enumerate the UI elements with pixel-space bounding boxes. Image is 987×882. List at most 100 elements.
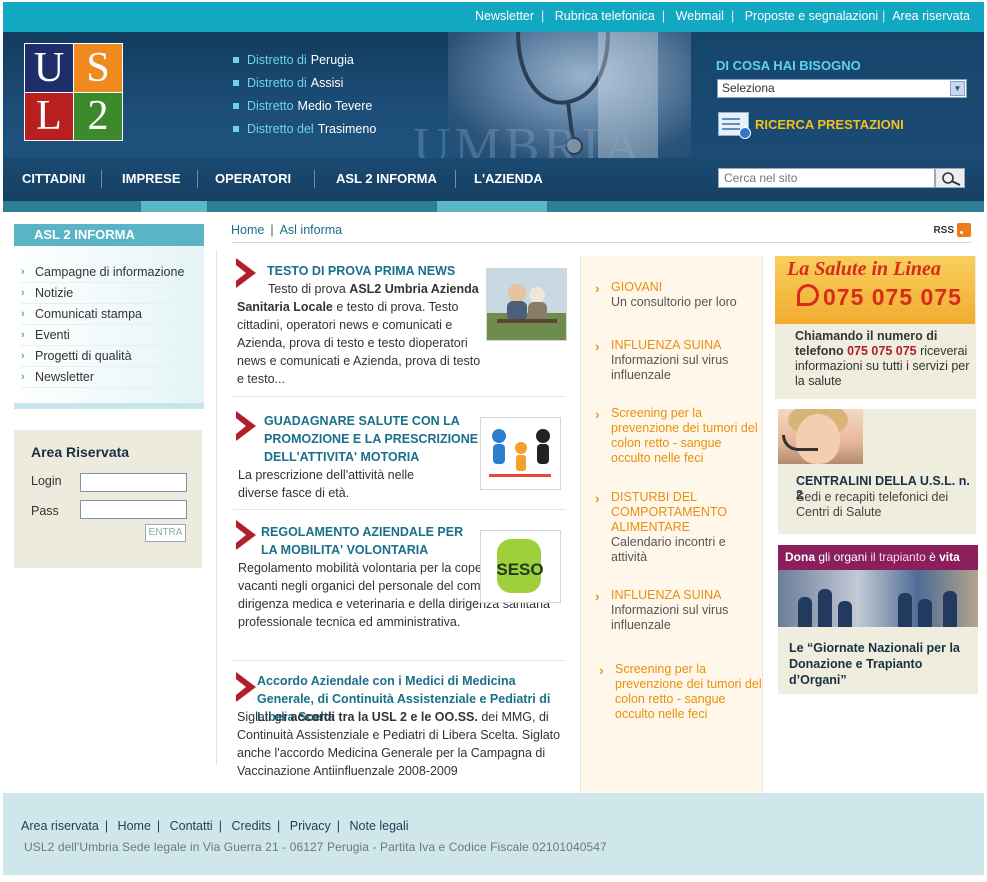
login-input[interactable]	[80, 473, 187, 492]
usl2-logo[interactable]: U S L 2	[24, 43, 123, 141]
menu-item-notizie[interactable]: › Notizie	[21, 283, 196, 304]
area-riservata-top-link[interactable]: Area riservata	[892, 9, 970, 23]
donazione-box[interactable]: Dona gli organi il trapianto è vita Le “…	[778, 545, 978, 694]
logo-letter: L	[25, 92, 73, 140]
proposte-link[interactable]: Proposte e segnalazioni	[745, 9, 878, 23]
logo-letter: U	[25, 44, 73, 92]
news-thumbnail[interactable]: SESO	[480, 530, 561, 603]
donazione-banner: Dona gli organi il trapianto è vita	[778, 545, 978, 570]
middle-item[interactable]: › DISTURBI DEL COMPORTAMENTO ALIMENTARE …	[595, 490, 760, 565]
district-medio-tevere[interactable]: Distretto Medio Tevere	[233, 94, 376, 117]
elderly-couple-image	[487, 269, 566, 340]
centralini-box[interactable]: CENTRALINI DELLA U.S.L. n. 2 Sedi e reca…	[778, 409, 976, 534]
breadcrumb-home[interactable]: Home	[231, 223, 264, 237]
rubrica-telefonica-link[interactable]: Rubrica telefonica	[555, 9, 655, 23]
login-label: Login	[31, 474, 62, 488]
menu-item-newsletter[interactable]: › Newsletter	[21, 367, 196, 388]
news-body: Testo di prova ASL2 Umbria Azienda Sanit…	[237, 282, 481, 386]
nav-stripe	[3, 201, 984, 212]
footer-address: USL2 dell'Umbria Sede legale in Via Guer…	[24, 840, 607, 854]
centralini-desc: Sedi e recapiti telefonici dei Centri di…	[796, 490, 949, 519]
nav-imprese[interactable]: IMPRESE	[122, 171, 181, 186]
family-activity-icon	[481, 418, 560, 489]
footer-links: Area riservata | Home | Contatti | Credits |…	[21, 819, 409, 833]
news-body: La prescrizione dell'attività nelle dive…	[238, 468, 415, 500]
entra-button[interactable]: ENTRA	[145, 524, 186, 542]
password-input[interactable]	[80, 500, 187, 519]
menu-item-comunicati[interactable]: › Comunicati stampa	[21, 304, 196, 325]
news-body: Siglati gli accordi tra la USL 2 e le OO…	[237, 710, 561, 778]
breadcrumb: Home | Asl informa RSS	[231, 223, 971, 243]
news-title[interactable]: TESTO DI PROVA PRIMA NEWS	[267, 262, 487, 280]
phone-icon	[797, 284, 819, 306]
top-bar: Newsletter | Rubrica telefonica | Webmail |…	[3, 2, 984, 32]
arrow-right-icon	[236, 520, 256, 550]
search-button[interactable]	[935, 168, 965, 188]
nav-asl2-informa[interactable]: ASL 2 INFORMA	[336, 171, 437, 186]
webmail-link[interactable]: Webmail	[676, 9, 724, 23]
middle-item[interactable]: › Screening per la prevenzione dei tumor…	[599, 662, 764, 722]
footer-home[interactable]: Home	[118, 819, 151, 833]
news-thumbnail[interactable]	[480, 417, 561, 490]
chevron-right-icon: ›	[21, 266, 25, 278]
middle-item[interactable]: › GIOVANI Un consultorio per loro	[595, 280, 760, 310]
page: Newsletter | Rubrica telefonica | Webmail |…	[0, 0, 987, 882]
nav-lazienda[interactable]: L'AZIENDA	[474, 171, 543, 186]
chevron-right-icon: ›	[21, 308, 25, 320]
nav-cittadini[interactable]: CITTADINI	[22, 171, 85, 186]
district-perugia[interactable]: Distretto di Perugia	[233, 48, 376, 71]
salute-in-linea-text: Chiamando il numero di telefono 075 075 …	[795, 329, 970, 388]
operator-photo	[778, 409, 863, 464]
salute-in-linea-box[interactable]: La Salute in Linea 075 075 075 Chiamando…	[775, 256, 976, 399]
menu-item-campagne[interactable]: › Campagne di informazione	[21, 262, 196, 283]
pass-label: Pass	[31, 504, 59, 518]
rss-link[interactable]: RSS	[933, 223, 971, 237]
footer: Area riservata | Home | Contatti | Credits |…	[3, 793, 984, 875]
chevron-right-icon: ›	[21, 371, 25, 383]
bullet-icon	[233, 79, 239, 86]
donazione-caption: Le “Giornate Nazionali per la Donazione …	[789, 641, 960, 687]
middle-item[interactable]: › INFLUENZA SUINA Informazioni sul virus…	[595, 338, 760, 383]
breadcrumb-asl-informa[interactable]: Asl informa	[280, 223, 343, 237]
middle-column: › GIOVANI Un consultorio per loro › INFL…	[580, 256, 763, 796]
footer-note-legali[interactable]: Note legali	[350, 819, 409, 833]
nav-operatori[interactable]: OPERATORI	[215, 171, 291, 186]
district-trasimeno[interactable]: Distretto del Trasimeno	[233, 117, 376, 140]
salute-in-linea-banner: La Salute in Linea 075 075 075	[775, 256, 975, 324]
footer-contatti[interactable]: Contatti	[170, 819, 213, 833]
chevron-right-icon: ›	[595, 338, 600, 354]
logo-letter: 2	[74, 92, 122, 140]
rss-icon	[957, 223, 971, 237]
footer-credits[interactable]: Credits	[231, 819, 271, 833]
logo-letter: S	[74, 44, 122, 92]
chevron-right-icon: ›	[599, 662, 604, 678]
news-title[interactable]: GUADAGNARE SALUTE CON LA PROMOZIONE E LA…	[264, 412, 494, 466]
need-title: DI COSA HAI BISOGNO	[716, 58, 861, 73]
umbria-watermark: UMBRIA	[413, 118, 646, 158]
ricerca-prestazioni-link[interactable]: RICERCA PRESTAZIONI	[718, 112, 904, 139]
chevron-right-icon: ›	[595, 588, 600, 604]
newsletter-link[interactable]: Newsletter	[475, 9, 534, 23]
svg-text:SESO: SESO	[496, 560, 543, 579]
district-list: Distretto di Perugia Distretto di Assisi D…	[233, 48, 376, 140]
search-input[interactable]	[718, 168, 935, 188]
district-assisi[interactable]: Distretto di Assisi	[233, 71, 376, 94]
arrow-right-icon	[236, 672, 256, 702]
menu-item-progetti[interactable]: › Progetti di qualità	[21, 346, 196, 367]
footer-area-riservata[interactable]: Area riservata	[21, 819, 99, 833]
bullet-icon	[233, 125, 239, 132]
news-title[interactable]: REGOLAMENTO AZIENDALE PER LA MOBILITA' V…	[261, 523, 481, 559]
left-menu-title: ASL 2 INFORMA	[14, 224, 204, 246]
middle-item[interactable]: › INFLUENZA SUINA Informazioni sul virus…	[595, 588, 760, 633]
news-thumbnail[interactable]	[486, 268, 567, 341]
login-title: Area Riservata	[31, 444, 130, 460]
info-document-icon	[718, 112, 751, 139]
bullet-icon	[233, 102, 239, 109]
chevron-right-icon: ›	[21, 287, 25, 299]
middle-item[interactable]: › Screening per la prevenzione dei tumor…	[595, 406, 760, 466]
footer-privacy[interactable]: Privacy	[290, 819, 331, 833]
menu-item-eventi[interactable]: › Eventi	[21, 325, 196, 346]
main-nav: CITTADINI IMPRESE OPERATORI ASL 2 INFORM…	[3, 158, 984, 201]
need-select[interactable]: Seleziona ▼	[717, 79, 967, 98]
chevron-right-icon: ›	[595, 406, 600, 422]
